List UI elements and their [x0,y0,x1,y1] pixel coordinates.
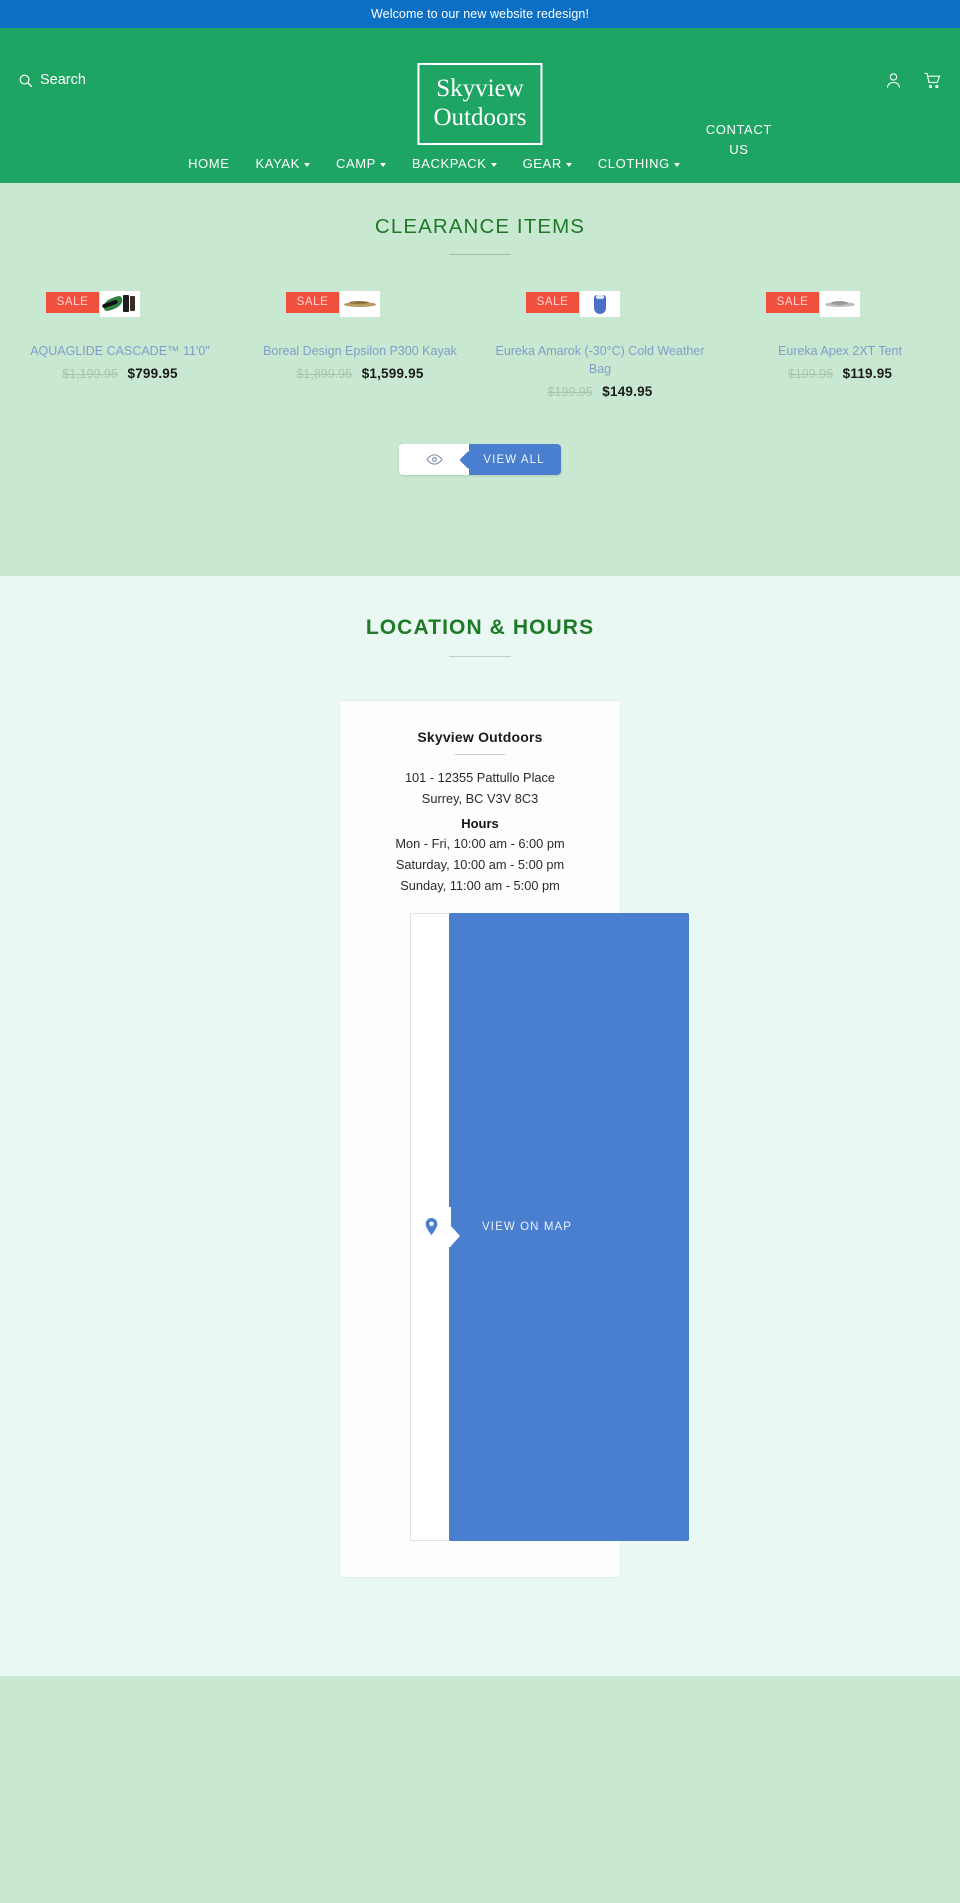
clearance-title-divider [449,254,511,255]
nav-item-kayak[interactable]: KAYAK [243,152,323,175]
sale-badge: SALE [525,292,580,313]
header-icons [884,71,942,95]
view-all-button[interactable]: VIEW ALL [399,444,561,476]
nav-label: CAMP [335,156,376,171]
search-label: Search [40,72,86,88]
footer-strip [0,1676,960,1903]
sale-badge: SALE [765,292,820,313]
product-media: SALE [0,282,240,344]
chevron-down-icon [379,162,386,167]
kayak-paddle-thumbnail [100,291,140,317]
location-card: Skyview Outdoors 101 - 12355 Pattullo Pl… [339,700,689,1578]
nav-label: BACKPACK [411,156,487,171]
product-title[interactable]: Eureka Apex 2XT Tent [720,342,960,360]
search-button[interactable]: Search [18,72,86,88]
product-price-sale: $149.95 [602,384,653,400]
product-media: SALE [480,282,720,344]
nav-item-clothing[interactable]: CLOTHING [585,152,693,175]
main-navigation: HOME KAYAK CAMP BACKPACK GEAR CLOTHING C… [0,122,960,176]
logo-line-2: Outdoors [433,104,527,131]
hours-heading: Hours [461,816,499,832]
store-name: Skyview Outdoors [417,729,543,745]
location-section: LOCATION & HOURS Skyview Outdoors 101 - … [0,576,960,1676]
product-price-original: $1,199.95 [62,367,118,382]
map-pin-icon [411,1206,451,1247]
chevron-down-icon [490,162,497,167]
location-title: LOCATION & HOURS [365,616,595,639]
sale-badge: SALE [285,292,340,313]
nav-label: GEAR [522,156,562,171]
product-prices: $199.95 $119.95 [720,366,960,381]
product-price-original: $199.95 [787,367,834,382]
button-notch [450,1224,460,1247]
product-prices: $1,199.95 $799.95 [0,366,240,381]
product-media: SALE [720,282,960,344]
product-price-original: $1,899.95 [296,367,353,382]
view-on-map-button[interactable]: VIEW ON MAP [411,1206,573,1247]
nav-item-contact-us[interactable]: CONTACT US [693,118,785,163]
product-title[interactable]: AQUAGLIDE CASCADE™ 11'0" [0,342,240,360]
nav-item-home[interactable]: HOME [175,152,242,175]
logo-line-1: Skyview [436,75,524,102]
site-header: Search Skyview Outdoors HOME KAYAK CAMP … [0,28,960,183]
clearance-title: CLEARANCE ITEMS [374,215,586,238]
location-title-divider [449,656,511,657]
view-all-label: VIEW ALL [483,453,545,466]
hours-row: Mon - Fri, 10:00 am - 6:00 pm [395,836,565,852]
product-card[interactable]: SALE AQUAGLIDE CASCADE™ 11'0" $1,199.95 … [0,282,240,399]
product-card[interactable]: SALE Eureka Amarok (-30°C) Cold Weather … [480,282,720,399]
view-on-map-label: VIEW ON MAP [482,1220,573,1233]
nav-label-line-2: US [729,141,749,157]
product-card[interactable]: SALE Boreal Design Epsilon P300 Kayak $1… [240,282,480,399]
product-media: SALE [240,282,480,344]
product-card[interactable]: SALE Eureka Apex 2XT Tent $199.95 $119.9… [720,282,960,399]
tan-kayak-thumbnail [340,291,380,317]
product-prices: $199.95 $149.95 [480,384,720,399]
address-line-2: Surrey, BC V3V 8C3 [421,790,539,806]
announcement-text: Welcome to our new website redesign! [370,7,590,21]
nav-item-backpack[interactable]: BACKPACK [399,152,510,175]
nav-label: CLOTHING [597,156,670,171]
hours-row: Sunday, 11:00 am - 5:00 pm [400,877,560,893]
announcement-bar: Welcome to our new website redesign! [0,0,960,28]
sale-badge: SALE [45,292,100,313]
product-price-sale: $1,599.95 [361,366,424,382]
hours-row: Saturday, 10:00 am - 5:00 pm [395,857,565,873]
address-line-1: 101 - 12355 Pattullo Place [404,770,556,785]
nav-label: HOME [188,156,230,171]
product-prices: $1,899.95 $1,599.95 [240,366,480,381]
cart-icon[interactable] [923,71,942,95]
product-price-original: $199.95 [547,385,593,400]
user-icon[interactable] [884,71,903,95]
chevron-down-icon [673,162,680,167]
chevron-down-icon [303,162,310,167]
nav-item-gear[interactable]: GEAR [510,152,585,175]
nav-label-line-1: CONTACT [705,121,772,137]
product-price-sale: $119.95 [842,366,893,382]
nav-item-camp[interactable]: CAMP [323,152,399,175]
clearance-section: CLEARANCE ITEMS SALE AQUAGLIDE CASCADE™ … [0,183,960,576]
sleeping-bag-thumbnail [580,291,620,317]
clearance-product-grid: SALE AQUAGLIDE CASCADE™ 11'0" $1,199.95 … [0,282,960,399]
view-all-row: VIEW ALL [0,444,960,476]
product-price-sale: $799.95 [127,366,178,382]
map-embed[interactable]: VIEW ON MAP [410,912,689,1541]
search-icon [18,73,33,88]
product-title[interactable]: Boreal Design Epsilon P300 Kayak [240,342,480,360]
tent-thumbnail [820,291,860,317]
product-title[interactable]: Eureka Amarok (-30°C) Cold Weather Bag [480,342,720,378]
nav-label: KAYAK [255,156,300,171]
store-name-divider [455,754,505,755]
chevron-down-icon [565,162,572,167]
view-all-label-wrap: VIEW ALL [469,444,561,476]
